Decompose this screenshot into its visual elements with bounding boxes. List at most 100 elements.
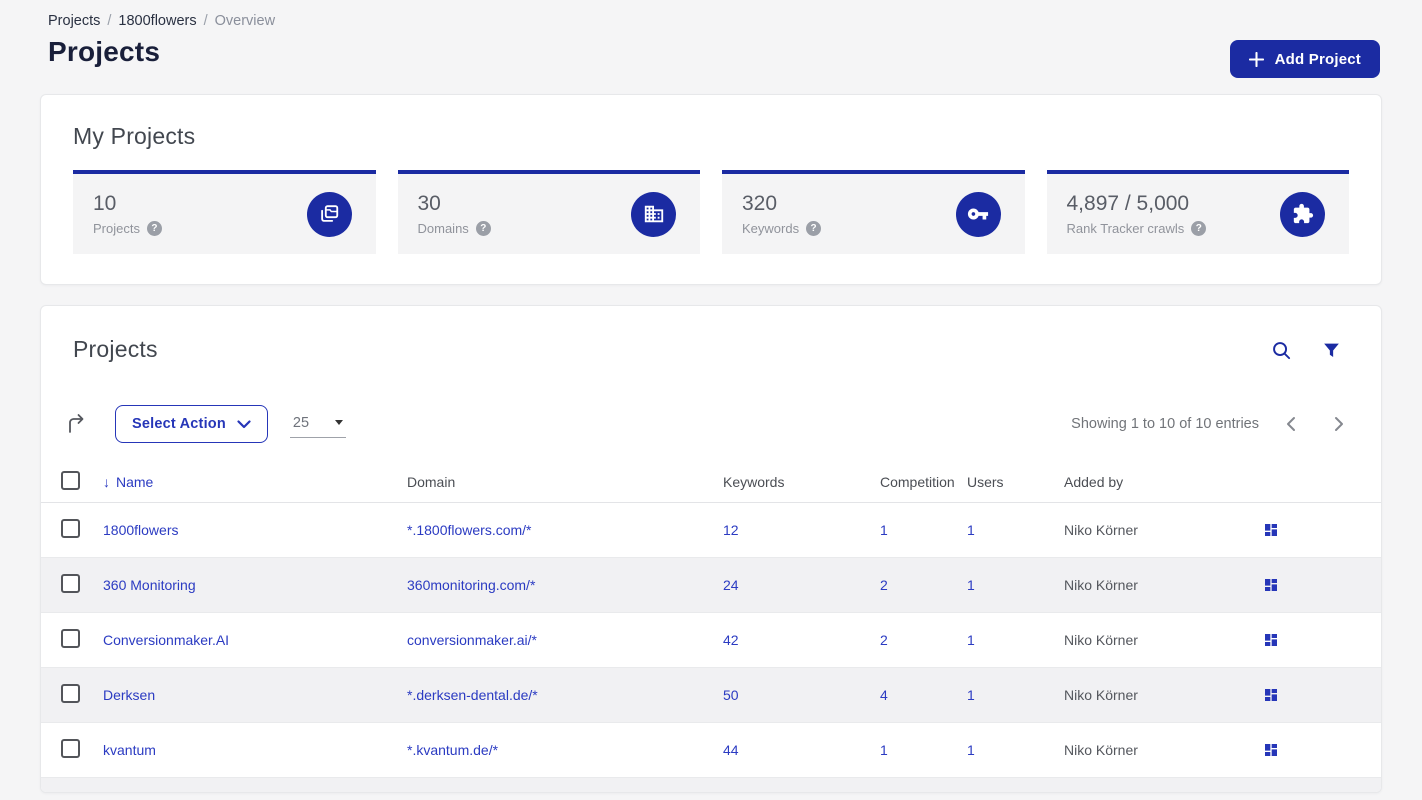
stat-tile-crawls: 4,897 / 5,000 Rank Tracker crawls ? [1046,170,1349,254]
help-icon[interactable]: ? [475,221,491,236]
project-added-by: Niko Körner [1064,687,1138,703]
puzzle-icon [1280,191,1325,237]
project-users-value[interactable]: 1 [967,522,975,538]
table-row: Derksen *.derksen-dental.de/* 50 4 1 Nik… [41,668,1381,723]
top-bar: Projects / 1800flowers / Overview Projects [0,0,1422,68]
project-name-link[interactable]: Conversionmaker.AI [103,632,229,648]
stat-label: Projects [93,221,140,236]
filter-button[interactable] [1322,340,1341,361]
project-users-value[interactable]: 1 [967,577,975,593]
search-button[interactable] [1271,340,1292,361]
stat-tile-domains: 30 Domains ? [397,170,700,254]
project-keywords-value[interactable]: 42 [723,632,739,648]
column-header-users: Users [967,474,1004,490]
building-icon [631,191,676,237]
chevron-right-icon [1334,416,1345,432]
projects-table-title: Projects [73,336,158,362]
project-added-by: Niko Körner [1064,522,1138,538]
stat-label: Rank Tracker crawls [1066,221,1185,236]
dashboard-icon [1263,632,1279,648]
funnel-icon [1322,341,1341,360]
project-keywords-value[interactable]: 44 [723,742,739,758]
breadcrumb-separator: / [203,13,208,29]
projects-table-card: Projects Select Action 25 Showing 1 to 1… [40,305,1382,793]
select-action-dropdown[interactable]: Select Action [115,405,268,443]
row-checkbox[interactable] [61,629,80,648]
project-name-link[interactable]: 360 Monitoring [103,577,196,593]
project-competition-value[interactable]: 2 [880,577,888,593]
project-name-link[interactable]: kvantum [103,742,156,758]
project-keywords-value[interactable]: 12 [723,522,739,538]
prev-page-button[interactable] [1285,416,1296,432]
page-size-select[interactable]: 25 [289,411,346,438]
project-name-link[interactable]: Derksen [103,687,155,703]
help-icon[interactable]: ? [146,221,162,236]
table-row: Conversionmaker.AI conversionmaker.ai/* … [41,613,1381,668]
project-dashboard-button[interactable] [1263,687,1279,703]
project-dashboard-button[interactable] [1263,577,1279,593]
help-icon[interactable]: ? [1191,221,1207,236]
stat-value: 320 [742,192,778,215]
row-checkbox[interactable] [61,739,80,758]
add-project-button[interactable]: Add Project [1229,40,1380,78]
chevron-down-icon [237,419,251,429]
project-users-value[interactable]: 1 [967,632,975,648]
row-checkbox[interactable] [61,574,80,593]
add-project-label: Add Project [1274,50,1361,68]
project-users-value[interactable]: 1 [967,687,975,703]
dashboard-icon [1263,522,1279,538]
project-domain-link[interactable]: conversionmaker.ai/* [407,632,537,648]
column-header-label: Name [116,474,154,490]
column-header-name[interactable]: ↓ Name [103,474,407,490]
project-name-link[interactable]: 1800flowers [103,522,179,538]
table-row: 360 Monitoring 360monitoring.com/* 24 2 … [41,558,1381,613]
project-added-by: Niko Körner [1064,742,1138,758]
stats-row: 10 Projects ? 30 Domains ? 320 Keywords … [73,170,1349,254]
breadcrumb-projects[interactable]: Projects [48,13,100,29]
help-icon[interactable]: ? [806,221,822,236]
project-domain-link[interactable]: *.1800flowers.com/* [407,522,532,538]
table-toolbar: Select Action 25 Showing 1 to 10 of 10 e… [41,405,1381,443]
project-added-by: Niko Körner [1064,577,1138,593]
project-dashboard-button[interactable] [1263,742,1279,758]
project-domain-link[interactable]: *.kvantum.de/* [407,742,498,758]
stacked-folders-icon [306,191,352,237]
project-domain-link[interactable]: 360monitoring.com/* [407,577,535,593]
sort-descending-icon: ↓ [103,474,110,490]
project-competition-value[interactable]: 1 [880,742,888,758]
search-icon [1271,340,1292,361]
column-header-domain: Domain [407,474,456,490]
my-projects-card: My Projects 10 Projects ? 30 Domains ? 3… [40,94,1382,285]
select-action-label: Select Action [132,416,226,432]
stat-tile-keywords: 320 Keywords ? [722,170,1025,254]
next-page-button[interactable] [1334,416,1345,432]
redirect-arrow-icon [65,412,89,436]
chevron-left-icon [1285,416,1296,432]
column-header-keywords: Keywords [723,474,785,490]
select-all-checkbox[interactable] [61,471,80,490]
table-row: 1800flowers *.1800flowers.com/* 12 1 1 N… [41,503,1381,558]
project-dashboard-button[interactable] [1263,632,1279,648]
project-competition-value[interactable]: 1 [880,522,888,538]
project-competition-value[interactable]: 4 [880,687,888,703]
dashboard-icon [1263,742,1279,758]
table-row: kvantum *.kvantum.de/* 44 1 1 Niko Körne… [41,723,1381,778]
pagination [1285,416,1345,432]
project-domain-link[interactable]: *.derksen-dental.de/* [407,687,538,703]
table-body: 1800flowers *.1800flowers.com/* 12 1 1 N… [41,503,1381,778]
select-arrow-icon [334,420,343,425]
plus-icon [1248,51,1264,67]
project-competition-value[interactable]: 2 [880,632,888,648]
project-keywords-value[interactable]: 50 [723,687,739,703]
project-dashboard-button[interactable] [1263,522,1279,538]
breadcrumb-separator: / [107,13,112,29]
breadcrumb: Projects / 1800flowers / Overview [48,13,1374,29]
export-button[interactable] [65,412,89,436]
row-checkbox[interactable] [61,684,80,703]
project-keywords-value[interactable]: 24 [723,577,739,593]
project-users-value[interactable]: 1 [967,742,975,758]
project-added-by: Niko Körner [1064,632,1138,648]
stat-value: 4,897 / 5,000 [1066,192,1190,215]
breadcrumb-project[interactable]: 1800flowers [118,13,196,29]
row-checkbox[interactable] [61,519,80,538]
